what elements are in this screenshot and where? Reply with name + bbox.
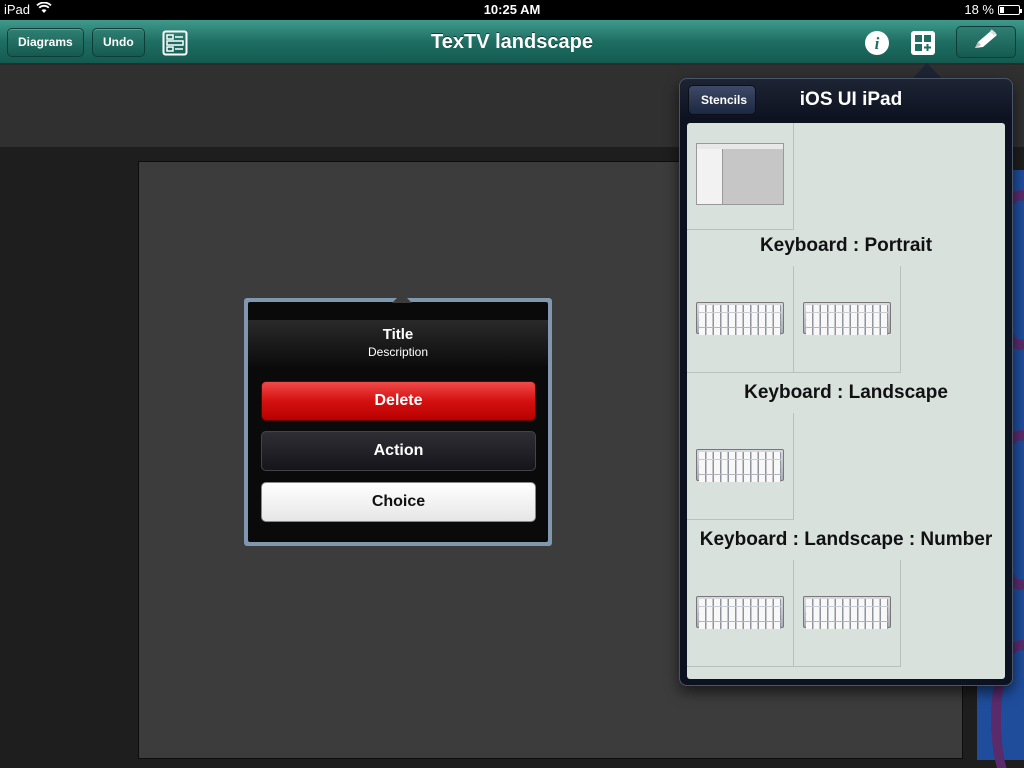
keyboard-landscape-number-stencil[interactable] — [687, 560, 794, 667]
stencils-grid-icon[interactable] — [909, 29, 937, 57]
action-sheet-description: Description — [367, 345, 429, 359]
action-button[interactable]: Action — [261, 431, 536, 471]
clock: 10:25 AM — [483, 2, 541, 17]
status-right: 18 % — [964, 2, 1022, 17]
outline-list-icon[interactable] — [161, 29, 189, 57]
action-sheet-arrow — [392, 293, 412, 303]
battery-fill — [1000, 6, 1004, 13]
keyboard-landscape-number-stencil[interactable] — [794, 560, 901, 667]
pencil-icon — [971, 28, 1001, 57]
ipad-layout-stencil[interactable] — [687, 123, 794, 230]
action-sheet-header: Title Description — [248, 320, 548, 366]
status-bar: iPad 10:25 AM 18 % — [0, 0, 1024, 20]
keyboard-landscape-stencil[interactable] — [687, 413, 794, 520]
keyboard-portrait-stencil[interactable] — [794, 266, 901, 373]
navigation-bar: Diagrams Undo TexTV landscape i — [0, 20, 1024, 64]
ipad-layout-thumbnail — [696, 143, 784, 205]
battery-icon — [998, 4, 1022, 15]
battery-percent: 18 % — [964, 2, 994, 17]
undo-button[interactable]: Undo — [92, 28, 145, 57]
diagrams-button[interactable]: Diagrams — [7, 28, 84, 57]
keyboard-portrait-stencil[interactable] — [687, 266, 794, 373]
keyboard-thumbnail — [696, 449, 784, 482]
keyboard-thumbnail — [696, 302, 784, 335]
section-title-keyboard-landscape: Keyboard : Landscape — [744, 382, 948, 403]
stencil-list[interactable]: Keyboard : Portrait Keyboard : Landscape… — [687, 123, 1005, 679]
keyboard-thumbnail — [803, 596, 891, 629]
action-sheet-title: Title — [382, 326, 414, 343]
choice-button[interactable]: Choice — [261, 482, 536, 522]
keyboard-thumbnail — [696, 596, 784, 629]
popover-arrow — [912, 63, 942, 79]
popover-title: iOS UI iPad — [799, 89, 903, 110]
info-icon[interactable]: i — [863, 29, 891, 57]
action-sheet-stencil[interactable]: Title Description Delete Action Choice — [244, 293, 552, 546]
action-sheet: Title Description Delete Action Choice — [248, 293, 548, 542]
section-title-keyboard-portrait: Keyboard : Portrait — [759, 235, 933, 256]
edit-pencil-button[interactable] — [956, 26, 1016, 58]
svg-text:i: i — [875, 34, 880, 53]
keyboard-thumbnail — [803, 302, 891, 335]
delete-button[interactable]: Delete — [261, 381, 536, 421]
section-title-keyboard-landscape-number: Keyboard : Landscape : Number — [699, 529, 993, 550]
stencil-popover: Stencils iOS UI iPad Keyboard : Portrait… — [679, 78, 1013, 686]
